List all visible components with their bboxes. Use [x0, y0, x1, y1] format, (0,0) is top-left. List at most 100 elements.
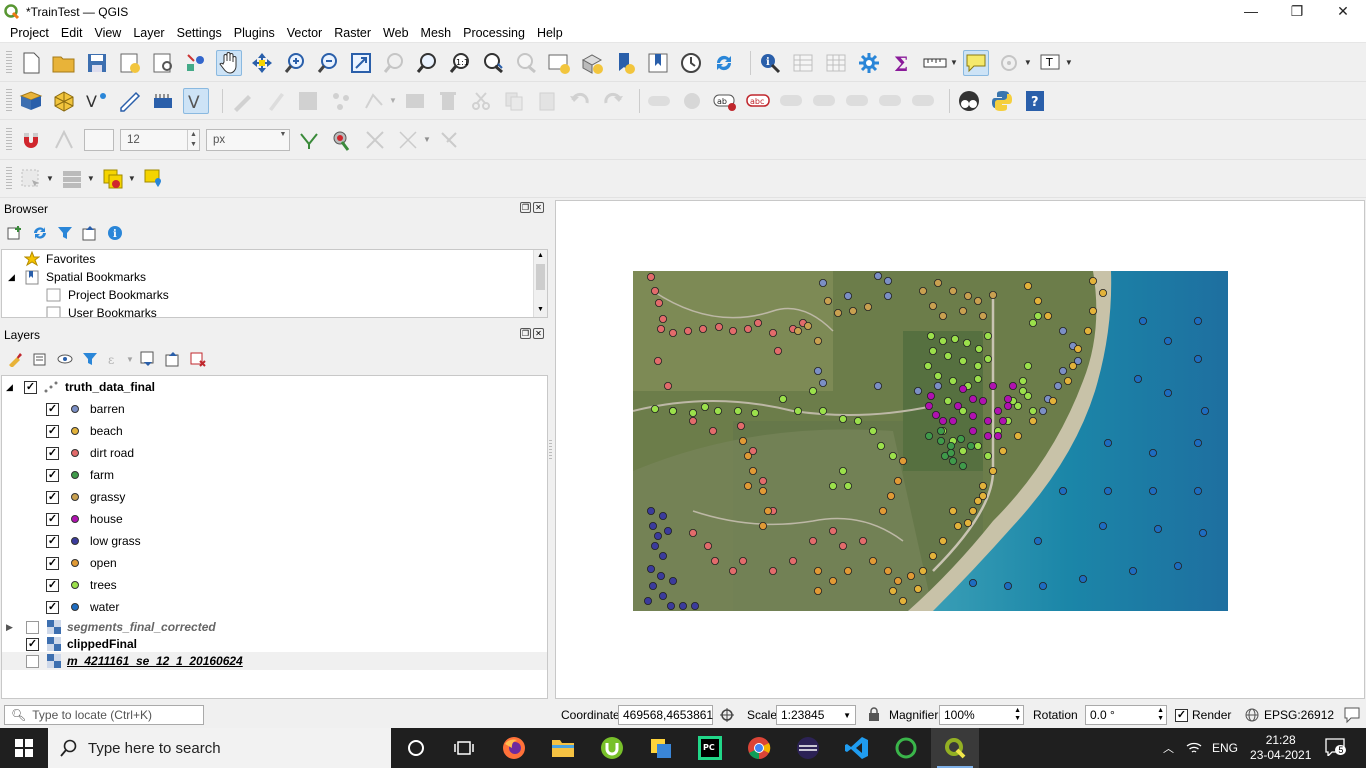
training-point-water[interactable] [1138, 317, 1147, 326]
training-point-trees[interactable] [974, 345, 983, 354]
training-point-farm[interactable] [958, 461, 967, 470]
enable-tracing-icon[interactable] [362, 127, 388, 153]
select-by-value-dropdown-icon[interactable]: ▼ [87, 174, 95, 183]
zoom-to-selection-icon[interactable] [381, 50, 407, 76]
zoom-last-icon[interactable] [480, 50, 506, 76]
class-visibility-checkbox[interactable]: ✓ [46, 446, 59, 460]
legend-class-house[interactable]: ✓ house [2, 508, 547, 530]
current-edits-icon[interactable] [229, 88, 255, 114]
training-point-dirt-road[interactable] [759, 476, 768, 485]
training-point-barren[interactable] [813, 367, 822, 376]
class-visibility-checkbox[interactable]: ✓ [46, 490, 59, 504]
training-point-water[interactable] [1199, 528, 1208, 537]
menu-layer[interactable]: Layer [127, 23, 170, 43]
training-point-house[interactable] [1003, 401, 1012, 410]
zoom-to-layer-icon[interactable] [414, 50, 440, 76]
training-point-open[interactable] [893, 476, 902, 485]
menu-view[interactable]: View [88, 23, 127, 43]
training-point-house[interactable] [978, 397, 987, 406]
data-source-manager-icon[interactable] [18, 88, 44, 114]
spin-arrows-icon[interactable]: ▲ ▼ [187, 129, 199, 150]
training-point-water[interactable] [1133, 375, 1142, 384]
training-point-open[interactable] [813, 586, 822, 595]
training-point-trees[interactable] [958, 357, 967, 366]
show-bookmarks-icon[interactable] [645, 50, 671, 76]
training-point-water[interactable] [1149, 448, 1158, 457]
menu-raster[interactable]: Raster [328, 23, 377, 43]
training-point-beach[interactable] [928, 551, 937, 560]
training-point-trees[interactable] [933, 372, 942, 381]
modify-attributes-icon[interactable] [402, 88, 428, 114]
class-visibility-checkbox[interactable]: ✓ [46, 468, 59, 482]
training-point-dirt-road[interactable] [744, 325, 753, 334]
browser-item-favorites[interactable]: Favorites [2, 250, 547, 268]
select-by-value-icon[interactable] [59, 166, 85, 192]
training-point-trees[interactable] [838, 414, 847, 423]
browser-item-spatial-bookmarks[interactable]: ◢ Spatial Bookmarks [2, 268, 547, 286]
legend-class-grassy[interactable]: ✓ grassy [2, 486, 547, 508]
training-point-water[interactable] [1194, 486, 1203, 495]
pan-to-selection-icon[interactable] [249, 50, 275, 76]
tracing-offset-icon[interactable] [395, 127, 421, 153]
minimize-button[interactable]: — [1228, 0, 1274, 23]
add-selected-layers-icon[interactable] [6, 224, 24, 242]
training-point-beach[interactable] [918, 566, 927, 575]
training-point-trees[interactable] [838, 466, 847, 475]
training-point-water[interactable] [1194, 438, 1203, 447]
training-point-open[interactable] [759, 521, 768, 530]
aerial-map-image[interactable] [633, 271, 1228, 611]
training-point-dirt-road[interactable] [684, 327, 693, 336]
render-checkbox[interactable]: ✓ [1175, 709, 1188, 722]
enable-snapping-icon[interactable] [18, 127, 44, 153]
training-point-trees[interactable] [948, 377, 957, 386]
training-point-trees[interactable] [983, 332, 992, 341]
training-point-grassy[interactable] [863, 303, 872, 312]
identify-features-icon[interactable]: i [757, 50, 783, 76]
rotation-input[interactable]: 0.0 ° ▲ ▼ [1085, 705, 1167, 725]
training-point-water[interactable] [1174, 561, 1183, 570]
training-point-house[interactable] [993, 406, 1002, 415]
select-features-dropdown-icon[interactable]: ▼ [46, 174, 54, 183]
undo-icon[interactable] [567, 88, 593, 114]
layer-segments-final-corrected[interactable]: ▶ segments_final_corrected [2, 618, 547, 636]
training-point-farm[interactable] [956, 434, 965, 443]
training-point-trees[interactable] [973, 362, 982, 371]
deselect-all-icon[interactable] [100, 166, 126, 192]
training-point-low-grass[interactable] [679, 601, 688, 610]
training-point-dirt-road[interactable] [788, 556, 797, 565]
training-point-low-grass[interactable] [653, 531, 662, 540]
training-point-dirt-road[interactable] [737, 421, 746, 430]
locator-search-input[interactable]: 🔍︎ Type to locate (Ctrl+K) [4, 705, 204, 725]
training-point-open[interactable] [813, 566, 822, 575]
new-spatial-bookmark-icon[interactable] [612, 50, 638, 76]
training-point-water[interactable] [1058, 486, 1067, 495]
new-map-view-icon[interactable] [546, 50, 572, 76]
zoom-in-icon[interactable] [282, 50, 308, 76]
training-point-beach[interactable] [888, 586, 897, 595]
training-point-farm[interactable] [936, 436, 945, 445]
select-dropdown-icon[interactable]: ▼ [1024, 58, 1032, 67]
training-point-trees[interactable] [669, 406, 678, 415]
refresh-browser-icon[interactable] [31, 224, 49, 242]
zoom-out-icon[interactable] [315, 50, 341, 76]
new-shapefile-layer-icon[interactable]: V [84, 88, 110, 114]
topological-editing-icon[interactable] [296, 127, 322, 153]
training-point-water[interactable] [1033, 536, 1042, 545]
training-point-barren[interactable] [818, 379, 827, 388]
training-point-grassy[interactable] [813, 337, 822, 346]
select-location-icon[interactable] [141, 166, 167, 192]
training-point-water[interactable] [1003, 581, 1012, 590]
training-point-grassy[interactable] [823, 296, 832, 305]
save-project-icon[interactable] [84, 50, 110, 76]
training-point-grassy[interactable] [978, 312, 987, 321]
legend-class-open[interactable]: ✓ open [2, 552, 547, 574]
training-point-water[interactable] [1194, 355, 1203, 364]
panel-splitter[interactable] [549, 440, 552, 460]
menu-project[interactable]: Project [4, 23, 55, 43]
layer-truth-data-final[interactable]: ◢ ✓ truth_data_final [2, 376, 547, 398]
menu-help[interactable]: Help [531, 23, 569, 43]
training-point-grassy[interactable] [803, 322, 812, 331]
training-point-low-grass[interactable] [658, 551, 667, 560]
training-point-beach[interactable] [963, 518, 972, 527]
action-center[interactable]: 5 [1325, 737, 1347, 759]
